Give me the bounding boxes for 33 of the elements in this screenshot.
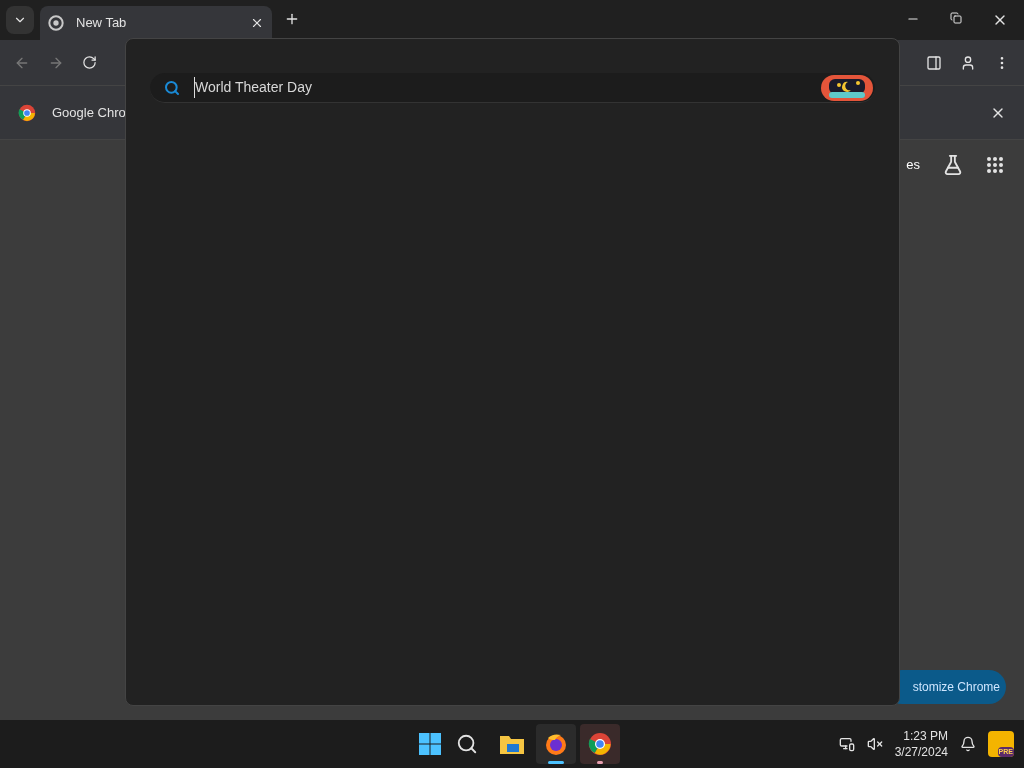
close-icon[interactable]: [250, 16, 264, 30]
notification-icon[interactable]: [960, 736, 976, 752]
side-panel-icon[interactable]: [926, 54, 942, 71]
running-indicator: [597, 761, 604, 764]
taskbar-app-button[interactable]: [536, 724, 577, 764]
taskbar-app-button[interactable]: [580, 724, 621, 764]
flask-icon[interactable]: [942, 154, 964, 176]
muted-speaker-icon[interactable]: [866, 736, 883, 752]
browser-tab[interactable]: New Tab: [40, 6, 272, 40]
apps-grid-icon[interactable]: [986, 156, 1004, 174]
tab-search-button[interactable]: [6, 6, 34, 34]
chrome-logo-icon: [18, 103, 36, 122]
folder-icon: [499, 733, 526, 755]
chrome-logo-icon: [588, 732, 613, 756]
fox-globe-icon: [544, 732, 569, 756]
info-bar-text: Google Chro: [52, 103, 126, 122]
new-tab-icon[interactable]: [284, 11, 300, 27]
clock-date[interactable]: 3/27/2024: [894, 744, 948, 760]
address-field[interactable]: World Theater Day: [150, 73, 875, 103]
tab-title: New Tab: [76, 14, 128, 33]
restore-icon[interactable]: [950, 12, 962, 24]
profile-icon[interactable]: [960, 54, 976, 71]
search-icon[interactable]: [456, 733, 479, 755]
chrome-logo-icon: [48, 15, 64, 31]
start-icon[interactable]: [418, 732, 443, 756]
address-text: World Theater Day: [194, 77, 807, 98]
header-link[interactable]: es: [906, 155, 920, 175]
doodle-icon[interactable]: [821, 74, 873, 101]
running-indicator: [548, 761, 565, 764]
network-icon[interactable]: [838, 736, 855, 752]
reload-icon[interactable]: [82, 55, 97, 70]
search-icon: [164, 79, 180, 96]
clock-time[interactable]: 1:23 PM: [903, 728, 948, 744]
